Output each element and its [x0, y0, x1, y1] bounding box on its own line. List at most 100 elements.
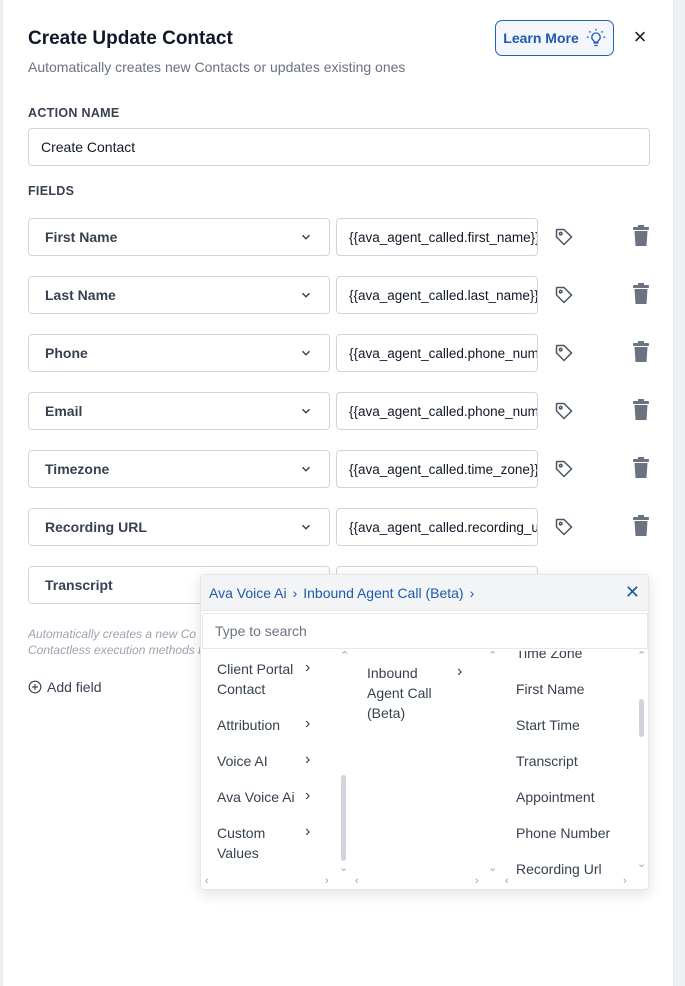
field-select-label: Timezone: [45, 461, 110, 477]
field-select[interactable]: Recording URL: [28, 508, 330, 546]
picker-column-attributes: Time Zone First Name Start Time Transcri…: [501, 651, 648, 889]
chevron-right-icon: ›: [305, 787, 311, 804]
chevron-right-icon: ›: [292, 584, 298, 601]
field-select-label: Last Name: [45, 287, 116, 303]
page-subtitle: Automatically creates new Contacts or up…: [28, 59, 406, 75]
field-row: Email {{ava_agent_called.phone_number}}: [28, 392, 658, 432]
learn-more-label: Learn More: [503, 30, 579, 46]
picker-item[interactable]: Ava Voice Ai: [217, 787, 295, 807]
trash-icon[interactable]: [632, 341, 650, 363]
picker-item[interactable]: Appointment: [516, 787, 595, 807]
scroll-up-icon[interactable]: ⌃: [488, 651, 497, 662]
picker-item[interactable]: Inbound Agent Call (Beta): [367, 663, 447, 723]
picker-column-events: Inbound Agent Call (Beta) › ⌃ ⌄ ‹ ›: [351, 651, 501, 889]
field-value-input[interactable]: {{ava_agent_called.first_name}}: [336, 218, 538, 256]
picker-item[interactable]: Phone Number: [516, 823, 610, 843]
field-value: {{ava_agent_called.recording_url}}: [349, 519, 538, 535]
breadcrumb-item[interactable]: Inbound Agent Call (Beta): [303, 585, 463, 601]
action-name-input[interactable]: Create Contact: [28, 128, 650, 166]
field-row: Recording URL {{ava_agent_called.recordi…: [28, 508, 658, 548]
field-value-input[interactable]: {{ava_agent_called.phone_number}}: [336, 334, 538, 372]
picker-search-input[interactable]: Type to search: [202, 613, 648, 649]
field-select-label: Transcript: [45, 577, 113, 593]
add-field-button[interactable]: Add field: [28, 679, 101, 695]
scroll-left-icon[interactable]: ‹: [205, 875, 209, 887]
help-text: Automatically creates a new Co Contactle…: [28, 627, 205, 657]
action-name-label: ACTION NAME: [28, 106, 120, 120]
field-select[interactable]: Email: [28, 392, 330, 430]
scroll-left-icon[interactable]: ‹: [505, 875, 509, 887]
scroll-down-icon[interactable]: ⌄: [339, 861, 348, 874]
chevron-down-icon: [301, 408, 311, 414]
scroll-down-icon[interactable]: ⌄: [488, 861, 497, 874]
field-value-input[interactable]: {{ava_agent_called.time_zone}}: [336, 450, 538, 488]
tag-icon[interactable]: [554, 459, 574, 479]
chevron-right-icon: ›: [305, 823, 311, 840]
field-value-input[interactable]: {{ava_agent_called.last_name}}: [336, 276, 538, 314]
chevron-right-icon: ›: [457, 663, 463, 680]
trash-icon[interactable]: [632, 399, 650, 421]
field-value: {{ava_agent_called.first_name}}: [349, 229, 538, 245]
field-select[interactable]: Phone: [28, 334, 330, 372]
tag-icon[interactable]: [554, 401, 574, 421]
trash-icon[interactable]: [632, 515, 650, 537]
picker-item[interactable]: Time Zone: [516, 651, 582, 663]
field-row: Timezone {{ava_agent_called.time_zone}}: [28, 450, 658, 490]
scroll-up-icon[interactable]: ⌃: [637, 651, 646, 662]
picker-column-categories: Client Portal Contact › Attribution › Vo…: [201, 651, 351, 889]
picker-item[interactable]: Custom Values: [217, 823, 297, 863]
picker-item[interactable]: Voice AI: [217, 751, 268, 771]
learn-more-button[interactable]: Learn More: [495, 20, 614, 56]
chevron-down-icon: [301, 466, 311, 472]
close-icon[interactable]: ×: [630, 26, 650, 48]
scroll-right-icon[interactable]: ›: [475, 875, 479, 887]
tag-icon[interactable]: [554, 343, 574, 363]
scroll-up-icon[interactable]: ⌃: [340, 651, 349, 662]
scroll-right-icon[interactable]: ›: [623, 875, 627, 887]
scroll-down-icon[interactable]: ⌄: [637, 857, 646, 870]
lightbulb-icon: [586, 28, 605, 47]
variable-picker-popover: Ava Voice Ai › Inbound Agent Call (Beta)…: [200, 574, 649, 890]
picker-item[interactable]: First Name: [516, 679, 584, 699]
add-field-label: Add field: [47, 679, 102, 695]
field-select-label: Email: [45, 403, 83, 419]
chevron-right-icon: ›: [305, 715, 311, 732]
picker-item[interactable]: Start Time: [516, 715, 580, 735]
field-select-label: First Name: [45, 229, 118, 245]
tag-icon[interactable]: [554, 285, 574, 305]
plus-circle-icon: [28, 680, 42, 694]
scroll-right-icon[interactable]: ›: [325, 875, 329, 887]
field-select[interactable]: Timezone: [28, 450, 330, 488]
picker-item[interactable]: Recording Url: [516, 859, 602, 879]
field-value-input[interactable]: {{ava_agent_called.phone_number}}: [336, 392, 538, 430]
breadcrumb-item[interactable]: Ava Voice Ai: [209, 585, 287, 601]
picker-item[interactable]: Transcript: [516, 751, 578, 771]
chevron-down-icon: [301, 524, 311, 530]
picker-item[interactable]: Client Portal Contact: [217, 659, 297, 699]
field-select[interactable]: Last Name: [28, 276, 330, 314]
search-placeholder: Type to search: [215, 623, 307, 639]
field-value: {{ava_agent_called.last_name}}: [349, 287, 538, 303]
field-value: {{ava_agent_called.phone_number}}: [349, 345, 538, 361]
field-row: Phone {{ava_agent_called.phone_number}}: [28, 334, 658, 374]
chevron-down-icon: [301, 350, 311, 356]
trash-icon[interactable]: [632, 225, 650, 247]
close-icon[interactable]: ✕: [625, 582, 640, 603]
chevron-right-icon: ›: [469, 584, 475, 601]
field-value-input[interactable]: {{ava_agent_called.recording_url}}: [336, 508, 538, 546]
scroll-left-icon[interactable]: ‹: [355, 875, 359, 887]
picker-item[interactable]: Attribution: [217, 715, 280, 735]
trash-icon[interactable]: [632, 457, 650, 479]
field-select[interactable]: First Name: [28, 218, 330, 256]
chevron-right-icon: ›: [305, 751, 311, 768]
picker-breadcrumb: Ava Voice Ai › Inbound Agent Call (Beta)…: [201, 575, 648, 611]
trash-icon[interactable]: [632, 283, 650, 305]
field-value: {{ava_agent_called.time_zone}}: [349, 461, 538, 477]
page-title: Create Update Contact: [28, 28, 233, 49]
field-select-label: Recording URL: [45, 519, 147, 535]
scrollbar-thumb[interactable]: [341, 775, 346, 861]
tag-icon[interactable]: [554, 227, 574, 247]
tag-icon[interactable]: [554, 517, 574, 537]
field-value: {{ava_agent_called.phone_number}}: [349, 403, 538, 419]
scrollbar-thumb[interactable]: [639, 699, 644, 737]
